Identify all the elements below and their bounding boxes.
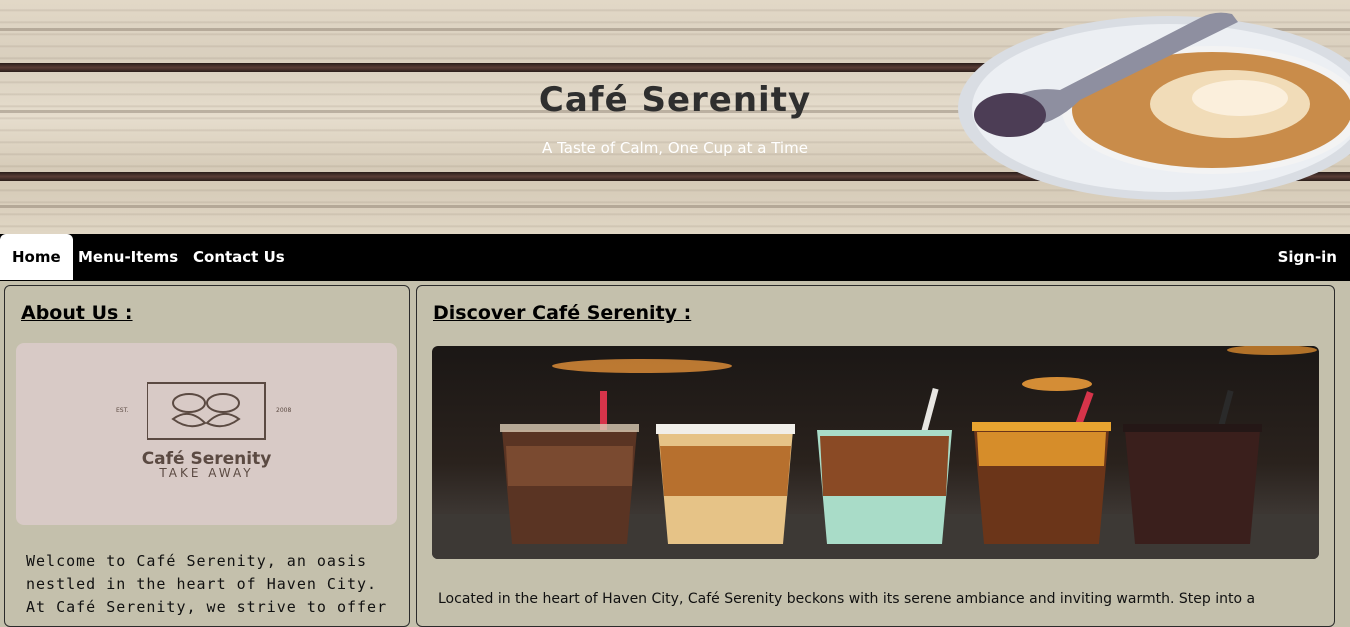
nav-home[interactable]: Home [0, 234, 73, 280]
nav-contact-us[interactable]: Contact Us [181, 234, 297, 281]
about-panel: About Us : EST. 2008 Café Serenity TAKE … [4, 285, 410, 627]
discover-panel: Discover Café Serenity : Located in the … [416, 285, 1335, 627]
site-tagline: A Taste of Calm, One Cup at a Time [542, 139, 808, 157]
logo-est: EST. [116, 407, 129, 414]
coffee-bean-icon [147, 382, 266, 440]
nav-sign-in[interactable]: Sign-in [1266, 234, 1349, 281]
main-navbar: Home Menu-Items Contact Us Sign-in [0, 234, 1350, 281]
logo-year: 2008 [276, 407, 292, 414]
hero-banner: Café Serenity A Taste of Calm, One Cup a… [0, 0, 1350, 234]
cafe-logo: EST. 2008 Café Serenity TAKE AWAY [16, 343, 397, 525]
iced-coffee-image [432, 346, 1319, 559]
discover-heading: Discover Café Serenity : [433, 302, 692, 324]
site-title: Café Serenity [538, 80, 812, 120]
logo-subtitle: TAKE AWAY [159, 466, 254, 480]
about-text: Welcome to Café Serenity, an oasis nestl… [26, 552, 388, 616]
discover-text: Located in the heart of Haven City, Café… [438, 591, 1256, 607]
about-heading: About Us : [21, 302, 133, 324]
nav-menu-items[interactable]: Menu-Items [66, 234, 190, 281]
